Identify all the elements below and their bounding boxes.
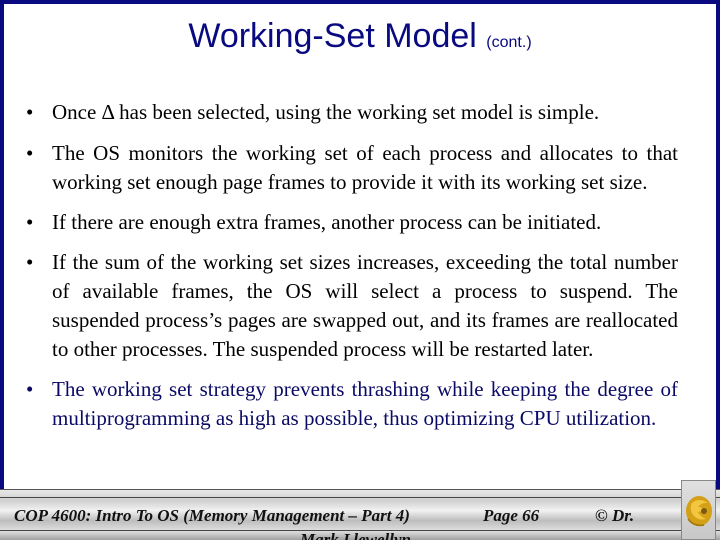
bullet-text: The working set strategy prevents thrash…	[52, 377, 678, 430]
footer-author: Mark Llewellyn	[300, 531, 411, 540]
slide-title: Working-Set Model (cont.)	[0, 16, 720, 63]
bullet-marker: •	[26, 141, 34, 165]
bullet-text: The OS monitors the working set of each …	[52, 141, 678, 194]
bullet-item: • If the sum of the working set sizes in…	[26, 248, 678, 364]
bullet-marker: •	[26, 210, 34, 234]
slide: Working-Set Model (cont.) • Once Δ has b…	[0, 0, 720, 540]
title-text: Working-Set Model	[188, 17, 477, 55]
bullet-item: • Once Δ has been selected, using the wo…	[26, 98, 678, 127]
ucf-pegasus-logo-icon	[686, 496, 712, 527]
bullet-marker: •	[26, 250, 34, 274]
bullet-item: • The OS monitors the working set of eac…	[26, 139, 678, 197]
bullet-marker: •	[26, 100, 34, 124]
bullet-item: • The working set strategy prevents thra…	[26, 375, 678, 433]
bullet-text: If there are enough extra frames, anothe…	[52, 210, 602, 234]
bullet-list: • Once Δ has been selected, using the wo…	[26, 98, 678, 444]
bullet-text: If the sum of the working set sizes incr…	[52, 250, 678, 361]
footer-copyright: © Dr.	[595, 506, 635, 525]
bullet-item: • If there are enough extra frames, anot…	[26, 208, 678, 237]
footer-divider	[0, 497, 720, 498]
logo-box	[681, 480, 716, 540]
title-suffix: (cont.)	[486, 34, 532, 51]
footer-page-number: Page 66	[483, 506, 540, 525]
bullet-text: Once Δ has been selected, using the work…	[52, 100, 600, 124]
bullet-marker: •	[26, 377, 34, 401]
footer-course: COP 4600: Intro To OS (Memory Management…	[14, 506, 410, 525]
